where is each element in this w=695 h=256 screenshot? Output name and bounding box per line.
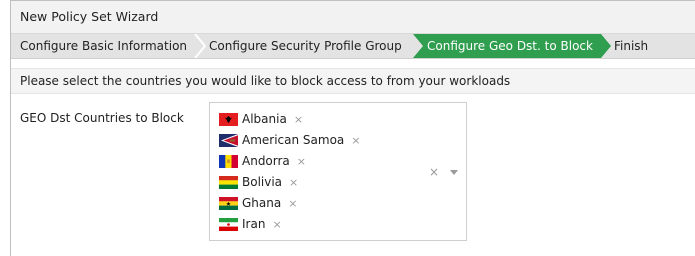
remove-iran-button[interactable]: × [272, 218, 281, 231]
chip-label: Andorra [242, 154, 290, 168]
active-step-arrow [601, 34, 611, 58]
selected-country-chip: Albania × [219, 110, 303, 128]
iran-flag-icon [219, 217, 238, 231]
chip-label: American Samoa [242, 133, 345, 147]
wizard-steps: Configure Basic Information Configure Se… [11, 34, 695, 59]
policy-set-wizard: New Policy Set Wizard Configure Basic In… [10, 0, 695, 256]
step-separator-icon [194, 34, 206, 58]
american-samoa-flag-icon [219, 133, 238, 147]
geo-countries-label: GEO Dst Countries to Block [20, 111, 184, 125]
step-finish[interactable]: Finish [614, 34, 648, 58]
step-configure-geo-dst-to-block[interactable]: Configure Geo Dst. to Block [427, 34, 593, 58]
remove-bolivia-button[interactable]: × [289, 176, 298, 189]
remove-american-samoa-button[interactable]: × [351, 134, 360, 147]
selected-country-chip: Ghana × [219, 194, 297, 212]
remove-andorra-button[interactable]: × [297, 155, 306, 168]
chip-label: Ghana [242, 196, 282, 210]
step-configure-basic-information[interactable]: Configure Basic Information [20, 34, 187, 58]
albania-flag-icon [219, 112, 238, 126]
chip-label: Bolivia [242, 175, 283, 189]
instruction-text: Please select the countries you would li… [11, 68, 695, 94]
selected-country-chip: Iran × [219, 215, 282, 233]
geo-countries-multiselect[interactable]: Albania × American Samoa × Andorra × Bol… [209, 102, 467, 241]
step-configure-security-profile-group[interactable]: Configure Security Profile Group [209, 34, 402, 58]
chip-label: Iran [242, 217, 266, 231]
chevron-down-icon[interactable] [450, 170, 458, 175]
ghana-flag-icon [219, 196, 238, 210]
remove-albania-button[interactable]: × [294, 113, 303, 126]
clear-all-button[interactable]: × [429, 165, 439, 179]
bolivia-flag-icon [219, 175, 238, 189]
selected-country-chip: Bolivia × [219, 173, 298, 191]
chip-label: Albania [242, 112, 287, 126]
andorra-flag-icon [219, 154, 238, 168]
finish-step-arrow [681, 34, 691, 58]
remove-ghana-button[interactable]: × [288, 197, 297, 210]
wizard-title: New Policy Set Wizard [11, 1, 695, 34]
selected-country-chip: Andorra × [219, 152, 306, 170]
selected-country-chip: American Samoa × [219, 131, 361, 149]
active-step-notch [413, 34, 423, 58]
